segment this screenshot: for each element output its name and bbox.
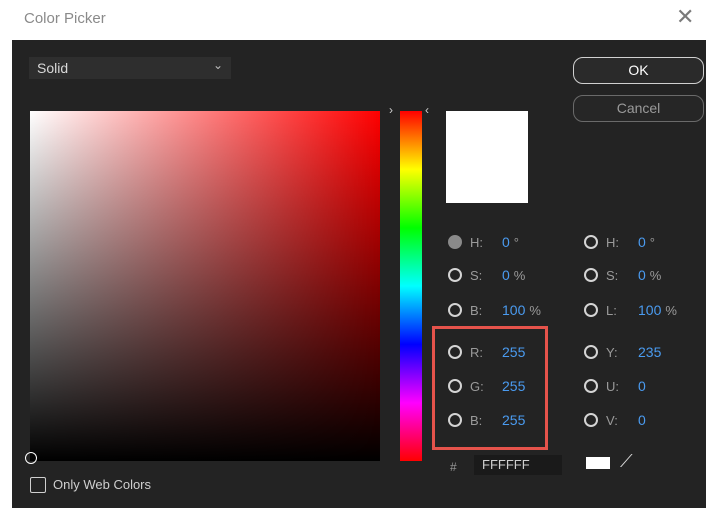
chevron-down-icon: ⌄	[212, 58, 223, 72]
mode-dropdown[interactable]: Solid ⌄	[29, 57, 231, 79]
field-label: B:	[470, 303, 483, 318]
hsl-saturation-radio[interactable]	[584, 268, 598, 282]
yuv-v-value[interactable]: 0	[638, 412, 646, 428]
color-field-handle[interactable]	[25, 452, 37, 464]
saturation-radio[interactable]	[448, 268, 462, 282]
yuv-u-radio[interactable]	[584, 379, 598, 393]
hsl-lightness-radio[interactable]	[584, 303, 598, 317]
field-label: S:	[470, 268, 483, 283]
field-label: L:	[606, 303, 617, 318]
field-label: S:	[606, 268, 619, 283]
hsl-saturation-value[interactable]: 0%	[638, 267, 661, 283]
yuv-u-value[interactable]: 0	[638, 378, 646, 394]
only-web-colors-checkbox[interactable]	[30, 477, 46, 493]
hue-value[interactable]: 0 °	[502, 234, 519, 250]
hsl-hue-value[interactable]: 0 °	[638, 234, 655, 250]
window-title: Color Picker	[24, 10, 106, 27]
rgb-highlight-box	[432, 326, 548, 450]
new-color-swatch	[446, 111, 528, 203]
cancel-button[interactable]: Cancel	[573, 95, 704, 122]
hue-slider[interactable]	[400, 111, 422, 461]
brightness-radio[interactable]	[448, 303, 462, 317]
hex-prefix: #	[450, 460, 457, 474]
current-color-swatch	[586, 457, 610, 469]
yuv-y-radio[interactable]	[584, 345, 598, 359]
hsl-hue-radio[interactable]	[584, 235, 598, 249]
hue-radio[interactable]	[448, 235, 462, 249]
eyedropper-icon[interactable]: ⟋	[620, 451, 633, 472]
field-label: Y:	[606, 345, 618, 360]
hsl-lightness-value[interactable]: 100%	[638, 302, 677, 318]
yuv-y-value[interactable]: 235	[638, 344, 661, 360]
title-bar: Color Picker ✕	[0, 0, 706, 40]
field-label: H:	[606, 235, 619, 250]
brightness-value[interactable]: 100%	[502, 302, 541, 318]
yuv-v-radio[interactable]	[584, 413, 598, 427]
hue-slider-right-arrow-icon[interactable]: ‹	[425, 103, 429, 117]
close-icon[interactable]: ✕	[676, 6, 694, 28]
field-label: H:	[470, 235, 483, 250]
color-field[interactable]	[30, 111, 380, 461]
ok-button[interactable]: OK	[573, 57, 704, 84]
field-label: V:	[606, 413, 618, 428]
only-web-colors-label: Only Web Colors	[53, 477, 152, 492]
mode-dropdown-value: Solid	[37, 60, 69, 76]
field-label: U:	[606, 379, 619, 394]
hex-input[interactable]: FFFFFF	[474, 455, 562, 475]
hue-slider-left-arrow-icon[interactable]: ›	[389, 103, 393, 117]
saturation-value[interactable]: 0%	[502, 267, 525, 283]
